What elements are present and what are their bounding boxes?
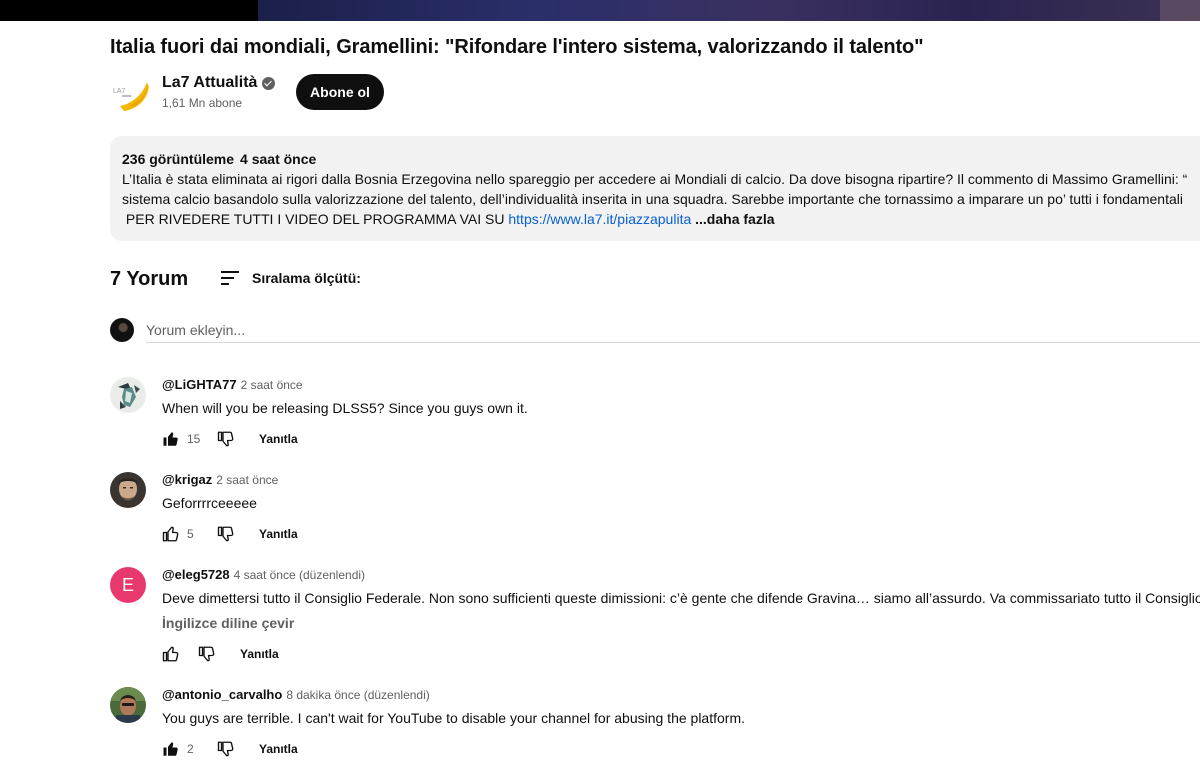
dislike-icon[interactable] [217,740,235,758]
comment-actions: 15 Yanıtla [162,430,298,448]
comment-item: @LiGHTA77 2 saat önce When will you be r… [110,377,1200,447]
comment-text: Deve dimettersi tutto il Consiglio Feder… [162,590,1200,606]
comment-author[interactable]: @antonio_carvalho [162,687,282,702]
comment-header: @eleg5728 4 saat önce (düzenlendi) [162,567,365,582]
sort-icon [221,271,239,285]
comment-avatar[interactable] [110,687,146,723]
sort-button[interactable]: Sıralama ölçütü: [218,266,361,290]
comment-actions: 2 Yanıtla [162,740,298,758]
comment-author[interactable]: @krigaz [162,472,212,487]
like-icon[interactable] [162,645,180,663]
comment-text: Geforrrrceeeee [162,495,257,511]
video-player-bottom[interactable] [0,0,1200,21]
like-icon[interactable] [162,525,180,543]
comment-time[interactable]: 4 saat önce (düzenlendi) [234,568,365,582]
description-line-3: PER RIVEDERE TUTTI I VIDEO DEL PROGRAMMA… [122,211,775,227]
comment-text: You guys are terrible. I can't wait for … [162,710,745,726]
comment-header: @antonio_carvalho 8 dakika önce (düzenle… [162,687,430,702]
reply-button[interactable]: Yanıtla [259,432,298,446]
reply-button[interactable]: Yanıtla [259,527,298,541]
comment-avatar[interactable] [110,472,146,508]
avatar-letter: E [121,574,134,595]
show-more-button[interactable]: ...daha fazla [695,211,774,227]
description-line-1: L’Italia è stata eliminata ai rigori dal… [122,171,1188,187]
reply-button[interactable]: Yanıtla [240,647,279,661]
subscriber-count: 1,61 Mn abone [162,96,243,110]
description-line-2: sistema calcio basandolo sulla valorizza… [122,191,1183,207]
reply-button[interactable]: Yanıtla [259,742,298,756]
avatar-krigaz-icon [110,472,146,508]
channel-name[interactable]: La7 Attualità [162,74,257,92]
channel-avatar[interactable]: LA7 [110,73,150,113]
channel-name-row[interactable]: La7 Attualità [162,74,276,92]
like-count: 5 [187,527,194,541]
subscribe-button[interactable]: Abone ol [296,74,384,110]
upload-time: 4 saat önce [240,151,317,167]
comment-text: When will you be releasing DLSS5? Since … [162,400,528,416]
dislike-icon[interactable] [198,645,216,663]
dislike-icon[interactable] [217,525,235,543]
comment-item: E @eleg5728 4 saat önce (düzenlendi) Dev… [110,567,1200,667]
comment-avatar[interactable]: E [110,567,146,603]
comment-time[interactable]: 8 dakika önce (düzenlendi) [286,688,429,702]
logo-text: LA7 [113,88,126,95]
comment-avatar[interactable] [110,377,146,413]
video-title: Italia fuori dai mondiali, Gramellini: "… [110,36,924,58]
comment-header: @krigaz 2 saat önce [162,472,278,487]
description-link[interactable]: https://www.la7.it/piazzapulita [508,211,691,227]
description-box[interactable]: 236 görüntüleme 4 saat önce L’Italia è st… [110,136,1200,241]
like-count: 2 [187,742,194,756]
like-count: 15 [187,432,201,446]
translate-button[interactable]: İngilizce diline çevir [162,615,294,631]
video-frame-highlight [1160,0,1200,21]
sort-label: Sıralama ölçütü: [252,270,361,286]
comment-header: @LiGHTA77 2 saat önce [162,377,303,392]
add-comment-input[interactable] [146,318,1200,343]
current-user-avatar [110,318,134,342]
comment-author[interactable]: @LiGHTA77 [162,377,237,392]
description-line-3-text: PER RIVEDERE TUTTI I VIDEO DEL PROGRAMMA… [122,211,509,227]
la7-logo-icon: LA7 [110,73,150,113]
description-meta: 236 görüntüleme 4 saat önce [122,151,316,167]
comment-item: @krigaz 2 saat önce Geforrrrceeeee 5 Yan… [110,472,1200,542]
comment-time[interactable]: 2 saat önce [241,378,303,392]
comment-time[interactable]: 2 saat önce [216,473,278,487]
avatar-antonio-icon [110,687,146,723]
like-filled-icon[interactable] [162,740,180,758]
avatar-lighta77-icon [110,377,146,413]
comment-item: @antonio_carvalho 8 dakika önce (düzenle… [110,687,1200,762]
comment-actions: 5 Yanıtla [162,525,298,543]
video-frame [258,0,1200,21]
view-count: 236 görüntüleme [122,151,235,167]
like-filled-icon[interactable] [162,430,180,448]
comment-actions: Yanıtla [162,645,279,663]
comment-author[interactable]: @eleg5728 [162,567,230,582]
verified-check-icon [262,76,276,90]
comments-count: 7 Yorum [110,268,189,290]
dislike-icon[interactable] [217,430,235,448]
